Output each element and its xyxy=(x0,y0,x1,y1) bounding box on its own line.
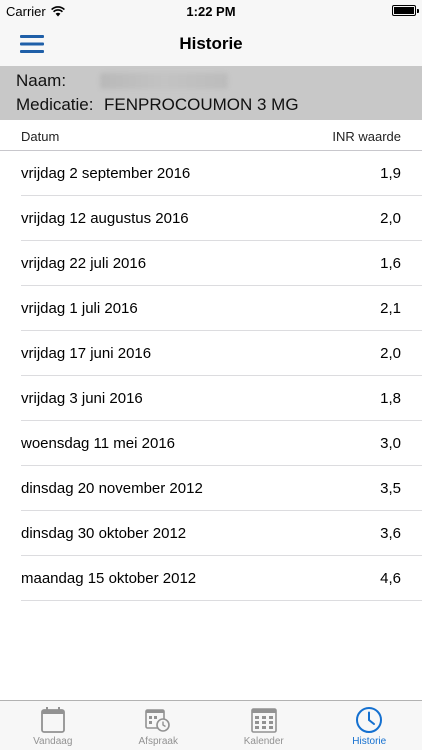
tab-vandaag[interactable]: Vandaag xyxy=(0,701,106,750)
row-date: dinsdag 30 oktober 2012 xyxy=(21,525,187,542)
row-date: vrijdag 12 augustus 2016 xyxy=(21,210,189,227)
column-header-inr: INR waarde xyxy=(332,129,401,144)
table-row[interactable]: vrijdag 3 juni 2016 1,8 xyxy=(21,376,422,421)
row-inr-value: 2,0 xyxy=(380,210,401,227)
tab-bar: Vandaag Afspraak Kalender Historie xyxy=(0,700,422,750)
battery-icon xyxy=(392,5,419,16)
row-inr-value: 1,8 xyxy=(380,390,401,407)
row-inr-value: 3,5 xyxy=(380,480,401,497)
battery-fill xyxy=(394,7,414,14)
row-inr-value: 2,1 xyxy=(380,300,401,317)
table-row[interactable]: vrijdag 22 juli 2016 1,6 xyxy=(21,241,422,286)
table-row[interactable]: dinsdag 20 november 2012 3,5 xyxy=(21,466,422,511)
row-inr-value: 1,6 xyxy=(380,255,401,272)
table-row[interactable]: vrijdag 2 september 2016 1,9 xyxy=(21,151,422,196)
table-row[interactable]: vrijdag 12 augustus 2016 2,0 xyxy=(21,196,422,241)
column-header-date: Datum xyxy=(21,129,60,144)
table-row[interactable]: dinsdag 30 oktober 2012 3,6 xyxy=(21,511,422,556)
tab-label: Vandaag xyxy=(33,736,73,747)
table-row[interactable]: maandag 15 oktober 2012 4,6 xyxy=(21,556,422,601)
table-row[interactable]: woensdag 11 mei 2016 3,0 xyxy=(21,421,422,466)
row-date: woensdag 11 mei 2016 xyxy=(21,435,175,452)
tab-historie[interactable]: Historie xyxy=(317,701,422,750)
calendar-grid-icon xyxy=(250,708,277,733)
page-title: Historie xyxy=(179,34,243,53)
status-right xyxy=(392,5,419,16)
status-time: 1:22 PM xyxy=(186,4,236,19)
table-header: Datum INR waarde xyxy=(0,120,422,151)
patient-name-redacted xyxy=(100,73,228,89)
row-inr-value: 3,6 xyxy=(380,525,401,542)
row-date: vrijdag 2 september 2016 xyxy=(21,165,191,182)
app-screen: Carrier 1:22 PM Historie Naam: Medicatie… xyxy=(0,0,422,750)
medication-value: FENPROCOUMON 3 MG xyxy=(104,95,299,114)
row-date: vrijdag 1 juli 2016 xyxy=(21,300,138,317)
tab-label: Kalender xyxy=(243,736,284,747)
row-date: maandag 15 oktober 2012 xyxy=(21,570,197,587)
row-inr-value: 2,0 xyxy=(380,345,401,362)
navigation-bar: Historie xyxy=(0,22,422,66)
status-bar: Carrier 1:22 PM xyxy=(0,0,422,22)
history-list: vrijdag 2 september 2016 1,9 vrijdag 12 … xyxy=(0,151,422,601)
patient-name-row: Naam: xyxy=(16,71,228,91)
row-inr-value: 3,0 xyxy=(380,435,401,452)
tab-label: Afspraak xyxy=(138,736,178,747)
name-label: Naam: xyxy=(16,71,67,90)
row-date: vrijdag 17 juni 2016 xyxy=(21,345,152,362)
row-date: vrijdag 3 juni 2016 xyxy=(21,390,143,407)
row-inr-value: 4,6 xyxy=(380,570,401,587)
row-date: dinsdag 20 november 2012 xyxy=(21,480,203,497)
row-inr-value: 1,9 xyxy=(380,165,401,182)
calendar-page-icon xyxy=(40,707,65,733)
medication-row: Medicatie: FENPROCOUMON 3 MG xyxy=(16,95,299,115)
table-row[interactable]: vrijdag 17 juni 2016 2,0 xyxy=(21,331,422,376)
patient-info: Naam: Medicatie: FENPROCOUMON 3 MG xyxy=(0,66,422,120)
tab-kalender[interactable]: Kalender xyxy=(211,701,317,750)
clock-icon xyxy=(356,707,383,733)
tab-label: Historie xyxy=(352,736,387,747)
table-row[interactable]: vrijdag 1 juli 2016 2,1 xyxy=(21,286,422,331)
calendar-clock-icon xyxy=(145,709,171,732)
row-date: vrijdag 22 juli 2016 xyxy=(21,255,147,272)
tab-afspraak[interactable]: Afspraak xyxy=(106,701,212,750)
medication-label: Medicatie: xyxy=(16,95,94,114)
